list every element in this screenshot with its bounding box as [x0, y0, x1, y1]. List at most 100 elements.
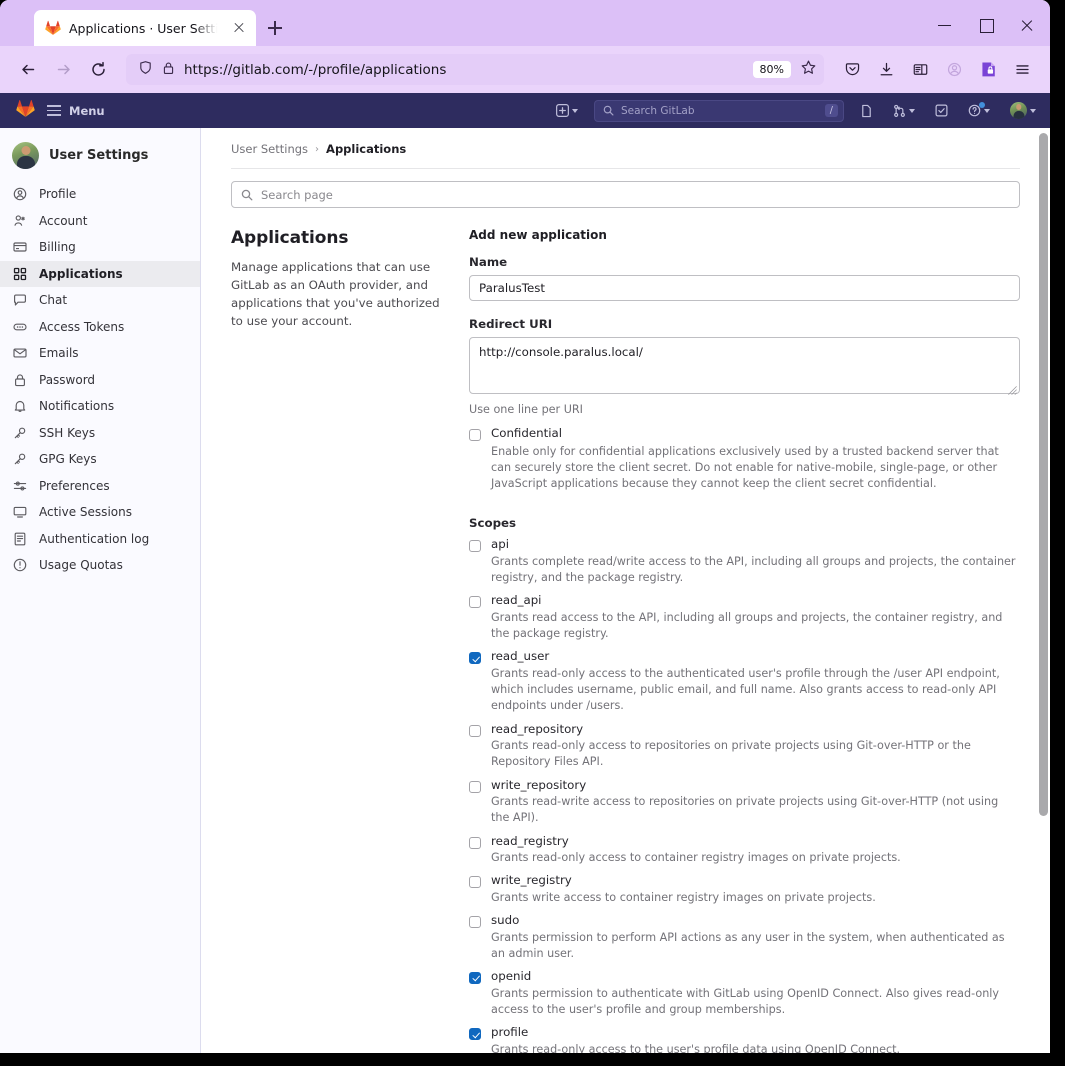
sidebar-item-profile[interactable]: Profile: [0, 181, 200, 208]
scope-name: read_user: [491, 649, 550, 664]
sidebar-item-authentication-log[interactable]: Authentication log: [0, 526, 200, 553]
tab-strip: Applications · User Settin: [0, 10, 290, 46]
todos-button[interactable]: [931, 104, 952, 117]
scope-checkbox-read-api[interactable]: [469, 596, 481, 609]
scope-row-write-registry[interactable]: write_registry Grants write access to co…: [469, 874, 1020, 906]
sidebar-item-label: Applications: [39, 266, 123, 281]
gitlab-search-input[interactable]: Search GitLab /: [594, 99, 844, 122]
scope-row-read-user[interactable]: read_user Grants read-only access to the…: [469, 650, 1020, 714]
scope-row-read-api[interactable]: read_api Grants read access to the API, …: [469, 594, 1020, 642]
scope-row-write-repository[interactable]: write_repository Grants read-write acces…: [469, 777, 1020, 827]
sidebar-item-access-tokens[interactable]: Access Tokens: [0, 314, 200, 341]
scope-checkbox-read-registry[interactable]: [469, 836, 481, 849]
new-tab-button[interactable]: [260, 13, 290, 43]
sidebar-item-label: Preferences: [39, 478, 110, 493]
scope-description: Grants complete read/write access to the…: [491, 554, 1016, 585]
sidebar-item-account[interactable]: Account: [0, 208, 200, 235]
scope-checkbox-write-registry[interactable]: [469, 876, 481, 889]
page-body: User Settings Profile Account Billing Ap…: [0, 128, 1050, 1053]
scope-checkbox-openid[interactable]: [469, 972, 481, 985]
scope-name: write_repository: [491, 777, 587, 792]
sidebar-item-emails[interactable]: Emails: [0, 340, 200, 367]
sidebar-item-applications[interactable]: Applications: [0, 260, 200, 287]
sidebar-item-gpg-keys[interactable]: GPG Keys: [0, 446, 200, 473]
lock-icon[interactable]: [162, 60, 175, 79]
billing-icon: [12, 239, 28, 255]
sidebar-item-chat[interactable]: Chat: [0, 287, 200, 314]
back-icon[interactable]: [12, 54, 44, 86]
redirect-uri-helper: Use one line per URI: [469, 403, 583, 416]
name-input[interactable]: [469, 275, 1020, 301]
forward-icon[interactable]: [47, 54, 79, 86]
add-application-form: Add new application Name Redirect URI Us…: [469, 228, 1020, 1053]
confidential-checkbox-row[interactable]: Confidential Enable only for confidentia…: [469, 426, 1020, 492]
app-menu-icon[interactable]: [1006, 54, 1038, 86]
minimize-button[interactable]: [930, 12, 960, 38]
scope-name: api: [491, 537, 509, 552]
downloads-icon[interactable]: [870, 54, 902, 86]
sidebar-item-label: Emails: [39, 346, 79, 361]
scope-row-api[interactable]: api Grants complete read/write access to…: [469, 538, 1020, 586]
key-icon: [12, 451, 28, 467]
profile-icon: [12, 186, 28, 202]
scope-name: openid: [491, 969, 532, 984]
issues-button[interactable]: [856, 104, 877, 118]
user-menu-button[interactable]: [1006, 102, 1040, 119]
sidebar-item-label: Usage Quotas: [39, 558, 123, 573]
scope-description: Grants read-write access to repositories…: [491, 795, 999, 825]
page-scrollbar[interactable]: [1037, 128, 1050, 1053]
merge-requests-button[interactable]: [889, 104, 919, 118]
bookmark-star-icon[interactable]: [800, 59, 817, 80]
close-window-button[interactable]: [1012, 12, 1042, 38]
confidential-checkbox[interactable]: [469, 429, 481, 441]
scope-row-openid[interactable]: openid Grants permission to authenticate…: [469, 970, 1020, 1018]
scope-checkbox-read-user[interactable]: [469, 652, 481, 665]
redirect-uri-textarea[interactable]: [469, 337, 1020, 394]
account-icon[interactable]: [938, 54, 970, 86]
shield-icon[interactable]: [138, 60, 153, 79]
search-shortcut-key: /: [824, 104, 838, 117]
url-bar[interactable]: https://gitlab.com/-/profile/application…: [126, 54, 824, 85]
chevron-down-icon: [572, 108, 578, 113]
scrollbar-thumb[interactable]: [1039, 133, 1048, 816]
sidebar-item-active-sessions[interactable]: Active Sessions: [0, 499, 200, 526]
create-new-button[interactable]: [552, 104, 582, 117]
scope-row-read-repository[interactable]: read_repository Grants read-only access …: [469, 722, 1020, 771]
scope-row-read-registry[interactable]: read_registry Grants read-only access to…: [469, 834, 1020, 867]
sidebar-item-usage-quotas[interactable]: Usage Quotas: [0, 552, 200, 579]
search-page-input[interactable]: Search page: [231, 181, 1020, 208]
scope-name: read_api: [491, 593, 542, 608]
sidebar-item-password[interactable]: Password: [0, 367, 200, 394]
sidebar-header: User Settings: [0, 128, 200, 179]
avatar: [12, 142, 39, 169]
scope-row-profile[interactable]: profile Grants read-only access to the u…: [469, 1026, 1020, 1053]
sidebar-item-billing[interactable]: Billing: [0, 234, 200, 261]
url-text[interactable]: https://gitlab.com/-/profile/application…: [184, 62, 744, 78]
scope-name: write_registry: [491, 873, 572, 888]
reader-view-icon[interactable]: [904, 54, 936, 86]
sidebar-item-label: Access Tokens: [39, 319, 125, 334]
gitlab-logo-icon[interactable]: [16, 99, 35, 122]
scope-checkbox-api[interactable]: [469, 540, 481, 553]
reload-icon[interactable]: [82, 54, 114, 86]
scope-checkbox-sudo[interactable]: [469, 916, 481, 929]
scope-description: Grants read-only access to repositories …: [491, 739, 971, 769]
sidebar-item-notifications[interactable]: Notifications: [0, 393, 200, 420]
maximize-button[interactable]: [971, 12, 1001, 38]
help-button[interactable]: [964, 102, 994, 117]
browser-tab[interactable]: Applications · User Settin: [34, 10, 256, 46]
gitlab-menu-button[interactable]: Menu: [47, 104, 105, 118]
scope-checkbox-write-repository[interactable]: [469, 780, 481, 793]
avatar: [1010, 102, 1027, 119]
sidebar-item-preferences[interactable]: Preferences: [0, 473, 200, 500]
scope-checkbox-profile[interactable]: [469, 1028, 481, 1041]
scope-description: Grants read-only access to the authentic…: [491, 666, 1000, 713]
scope-checkbox-read-repository[interactable]: [469, 724, 481, 737]
extension-icon[interactable]: [972, 54, 1004, 86]
scope-row-sudo[interactable]: sudo Grants permission to perform API ac…: [469, 914, 1020, 962]
zoom-level-badge[interactable]: 80%: [752, 61, 791, 78]
tab-close-icon[interactable]: [230, 19, 248, 37]
sidebar-item-ssh-keys[interactable]: SSH Keys: [0, 420, 200, 447]
breadcrumb-parent[interactable]: User Settings: [231, 142, 308, 156]
pocket-icon[interactable]: [836, 54, 868, 86]
